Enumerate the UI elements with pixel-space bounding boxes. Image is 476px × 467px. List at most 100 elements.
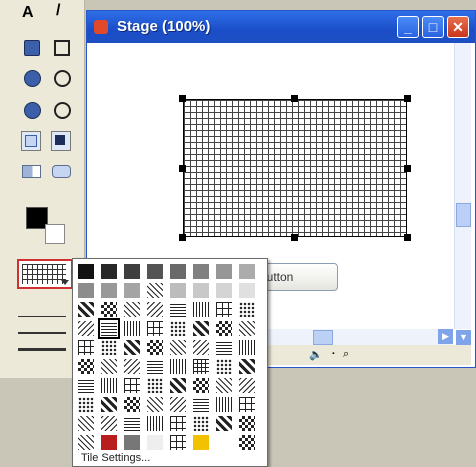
pattern-swatch[interactable] [146,434,164,451]
pattern-swatch[interactable] [215,339,233,356]
pattern-swatch[interactable] [215,263,233,280]
pattern-swatch[interactable] [192,263,210,280]
text-tool-icon[interactable]: A [22,4,40,22]
menu-tool-icon[interactable] [22,162,41,180]
pattern-swatch[interactable] [123,358,141,375]
resize-handle[interactable] [179,234,186,241]
pattern-swatch[interactable] [215,358,233,375]
pattern-swatch[interactable] [77,301,95,318]
pattern-swatch[interactable] [100,339,118,356]
pattern-swatch[interactable] [238,301,256,318]
pattern-swatch[interactable] [169,434,187,451]
pattern-swatch[interactable] [100,415,118,432]
resize-handle[interactable] [404,95,411,102]
pattern-swatch[interactable] [238,358,256,375]
pattern-swatch[interactable] [192,415,210,432]
resize-handle[interactable] [179,95,186,102]
ellipse-outline-icon[interactable] [54,70,72,88]
pattern-swatch[interactable] [169,282,187,299]
vertical-scroll-thumb[interactable] [456,203,471,227]
pattern-swatch[interactable] [77,396,95,413]
pattern-swatch[interactable] [215,415,233,432]
resize-handle[interactable] [291,95,298,102]
pattern-swatch[interactable] [123,396,141,413]
pattern-swatch[interactable] [238,396,256,413]
pattern-swatch[interactable] [146,358,164,375]
pattern-swatch[interactable] [169,339,187,356]
filled-circle-icon[interactable] [24,102,42,120]
pattern-swatch[interactable] [77,339,95,356]
pattern-swatch[interactable] [215,396,233,413]
pattern-swatch[interactable] [146,415,164,432]
pattern-swatch[interactable] [123,339,141,356]
circle-outline-icon[interactable] [54,102,72,120]
button-tool-icon[interactable] [52,162,71,180]
pattern-swatch[interactable] [169,396,187,413]
pattern-swatch[interactable] [238,320,256,337]
pattern-swatch[interactable] [169,358,187,375]
pattern-swatch[interactable] [169,263,187,280]
pattern-swatch[interactable] [77,415,95,432]
tile-settings-link[interactable]: Tile Settings... [81,452,150,464]
line-width-selector[interactable] [18,310,78,362]
pattern-swatch[interactable] [123,301,141,318]
vertical-scrollbar[interactable] [454,43,471,329]
pattern-swatch[interactable] [123,320,141,337]
filled-rect-icon[interactable] [24,40,42,58]
pattern-swatch[interactable] [192,301,210,318]
scroll-down-arrow-icon[interactable]: ▼ [456,330,471,345]
maximize-button[interactable]: □ [422,16,444,38]
pattern-swatch[interactable] [146,301,164,318]
pattern-swatch[interactable] [215,320,233,337]
grid-object[interactable] [179,95,411,241]
pattern-swatch[interactable] [146,282,164,299]
pattern-swatch[interactable] [146,396,164,413]
zoom-icon[interactable]: ⌕ [343,348,349,361]
pattern-swatch[interactable] [77,358,95,375]
rect-outline-icon[interactable] [54,40,72,58]
pattern-swatch[interactable] [100,282,118,299]
pattern-swatch[interactable] [238,415,256,432]
pattern-swatch[interactable] [238,263,256,280]
checkbox-tool-icon[interactable] [51,131,71,151]
pattern-swatch[interactable] [146,320,164,337]
filled-ellipse-icon[interactable] [24,70,42,88]
pattern-swatch[interactable] [169,301,187,318]
pattern-swatch[interactable] [192,339,210,356]
pattern-swatch[interactable] [123,434,141,451]
pattern-swatch[interactable] [77,282,95,299]
resize-handle[interactable] [291,234,298,241]
pattern-swatch[interactable] [123,415,141,432]
pattern-swatch[interactable] [100,263,118,280]
pattern-swatch[interactable] [100,396,118,413]
pattern-swatch[interactable] [238,282,256,299]
resize-handle[interactable] [404,165,411,172]
pattern-swatch[interactable] [146,263,164,280]
pattern-swatch[interactable] [100,434,118,451]
resize-handle[interactable] [179,165,186,172]
pattern-swatch[interactable] [238,339,256,356]
pattern-swatch[interactable] [146,377,164,394]
pattern-swatch[interactable] [77,263,95,280]
pattern-swatch[interactable] [169,377,187,394]
pattern-swatch[interactable] [146,339,164,356]
pattern-swatch[interactable] [215,377,233,394]
pattern-swatch[interactable] [192,358,210,375]
field-tool-icon[interactable] [21,131,41,151]
pattern-button[interactable] [17,259,73,289]
speaker-icon[interactable]: 🔈 [309,348,323,361]
pattern-swatch[interactable] [238,434,256,451]
pattern-swatch[interactable] [98,318,120,339]
pattern-swatch[interactable] [123,282,141,299]
pattern-swatch[interactable] [77,377,95,394]
scroll-right-arrow-icon[interactable]: ▶ [438,329,453,344]
pattern-swatch[interactable] [192,282,210,299]
pattern-swatch[interactable] [169,320,187,337]
pattern-swatch[interactable] [100,358,118,375]
background-color-swatch[interactable] [45,224,65,244]
pattern-swatch[interactable] [192,320,210,337]
close-button[interactable]: ✕ [447,16,469,38]
pattern-swatch[interactable] [192,377,210,394]
pattern-swatch[interactable] [77,320,95,337]
pattern-swatch[interactable] [77,434,95,451]
